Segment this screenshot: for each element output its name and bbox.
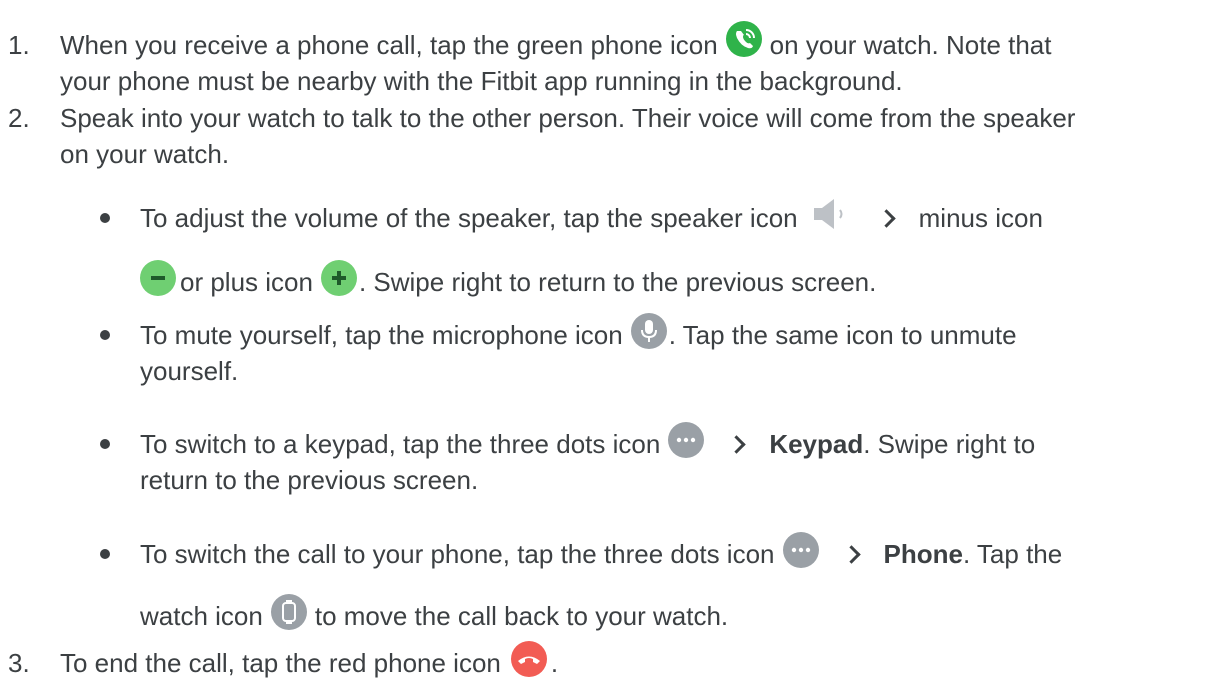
phone-label: Phone xyxy=(883,539,963,569)
bullet-dot xyxy=(100,330,110,340)
bullet-1-text-a: To adjust the volume of the speaker, tap… xyxy=(140,203,798,233)
bullet-2-line-2: yourself. xyxy=(140,356,239,386)
three-dots-icon xyxy=(668,422,705,459)
bullet-4-text-b: . Tap the xyxy=(962,539,1063,569)
step-2-number: 2. xyxy=(8,103,30,133)
step-3-number: 3. xyxy=(8,648,30,678)
bullet-dot xyxy=(100,439,110,449)
microphone-icon xyxy=(630,313,667,350)
bullet-4-line-2: watch icon to move the call back to your … xyxy=(140,594,729,636)
bullet-4-line-1: To switch the call to your phone, tap th… xyxy=(140,532,1063,574)
step-2-line-1: Speak into your watch to talk to the oth… xyxy=(60,103,1076,133)
bullet-4-text-d: to move the call back to your watch. xyxy=(314,601,729,631)
bullet-1-text-b: minus icon xyxy=(918,203,1043,233)
bullet-3-text-a: To switch to a keypad, tap the three dot… xyxy=(140,429,661,459)
step-1-line-2: your phone must be nearby with the Fitbi… xyxy=(60,66,903,96)
step-2-line-2: on your watch. xyxy=(60,139,230,169)
bullet-1-text-c: or plus icon xyxy=(180,267,313,297)
bullet-3-text-b: . Swipe right to xyxy=(863,429,1036,459)
three-dots-icon xyxy=(782,532,819,569)
minus-icon xyxy=(140,260,176,297)
step-3-text: To end the call, tap the red phone icon xyxy=(60,648,501,678)
step-3-end: . xyxy=(550,648,559,678)
step-1-line-1: When you receive a phone call, tap the g… xyxy=(60,21,1052,65)
bullet-2-line-1: To mute yourself, tap the microphone ico… xyxy=(140,313,1017,355)
step-1-text-b: on your watch. Note that xyxy=(769,30,1052,60)
watch-icon xyxy=(270,594,307,631)
keypad-label: Keypad xyxy=(769,429,864,459)
bullet-1-line-2: or plus icon . Swipe right to return to t… xyxy=(140,260,877,302)
plus-icon xyxy=(320,260,357,297)
bullet-4-text-c: watch icon xyxy=(140,601,263,631)
bullet-2-text-b: . Tap the same icon to unmute xyxy=(668,320,1017,350)
step-1-text-a: When you receive a phone call, tap the g… xyxy=(60,30,718,60)
chevron-right-icon xyxy=(841,545,861,564)
speaker-icon xyxy=(812,197,856,231)
bullet-dot xyxy=(100,213,110,223)
step-3-line-1: To end the call, tap the red phone icon. xyxy=(60,641,559,683)
bullet-1-text-d: . Swipe right to return to the previous … xyxy=(358,267,877,297)
bullet-3-line-1: To switch to a keypad, tap the three dot… xyxy=(140,422,1036,464)
step-1-number: 1. xyxy=(8,30,30,60)
chevron-right-icon xyxy=(727,435,747,454)
red-phone-icon xyxy=(510,641,547,678)
bullet-3-line-2: return to the previous screen. xyxy=(140,465,479,495)
green-phone-icon xyxy=(725,21,762,58)
bullet-dot xyxy=(100,549,110,559)
bullet-1-line-1: To adjust the volume of the speaker, tap… xyxy=(140,199,1043,237)
chevron-right-icon xyxy=(876,209,896,228)
bullet-4-text-a: To switch the call to your phone, tap th… xyxy=(140,539,775,569)
bullet-2-text-a: To mute yourself, tap the microphone ico… xyxy=(140,320,623,350)
